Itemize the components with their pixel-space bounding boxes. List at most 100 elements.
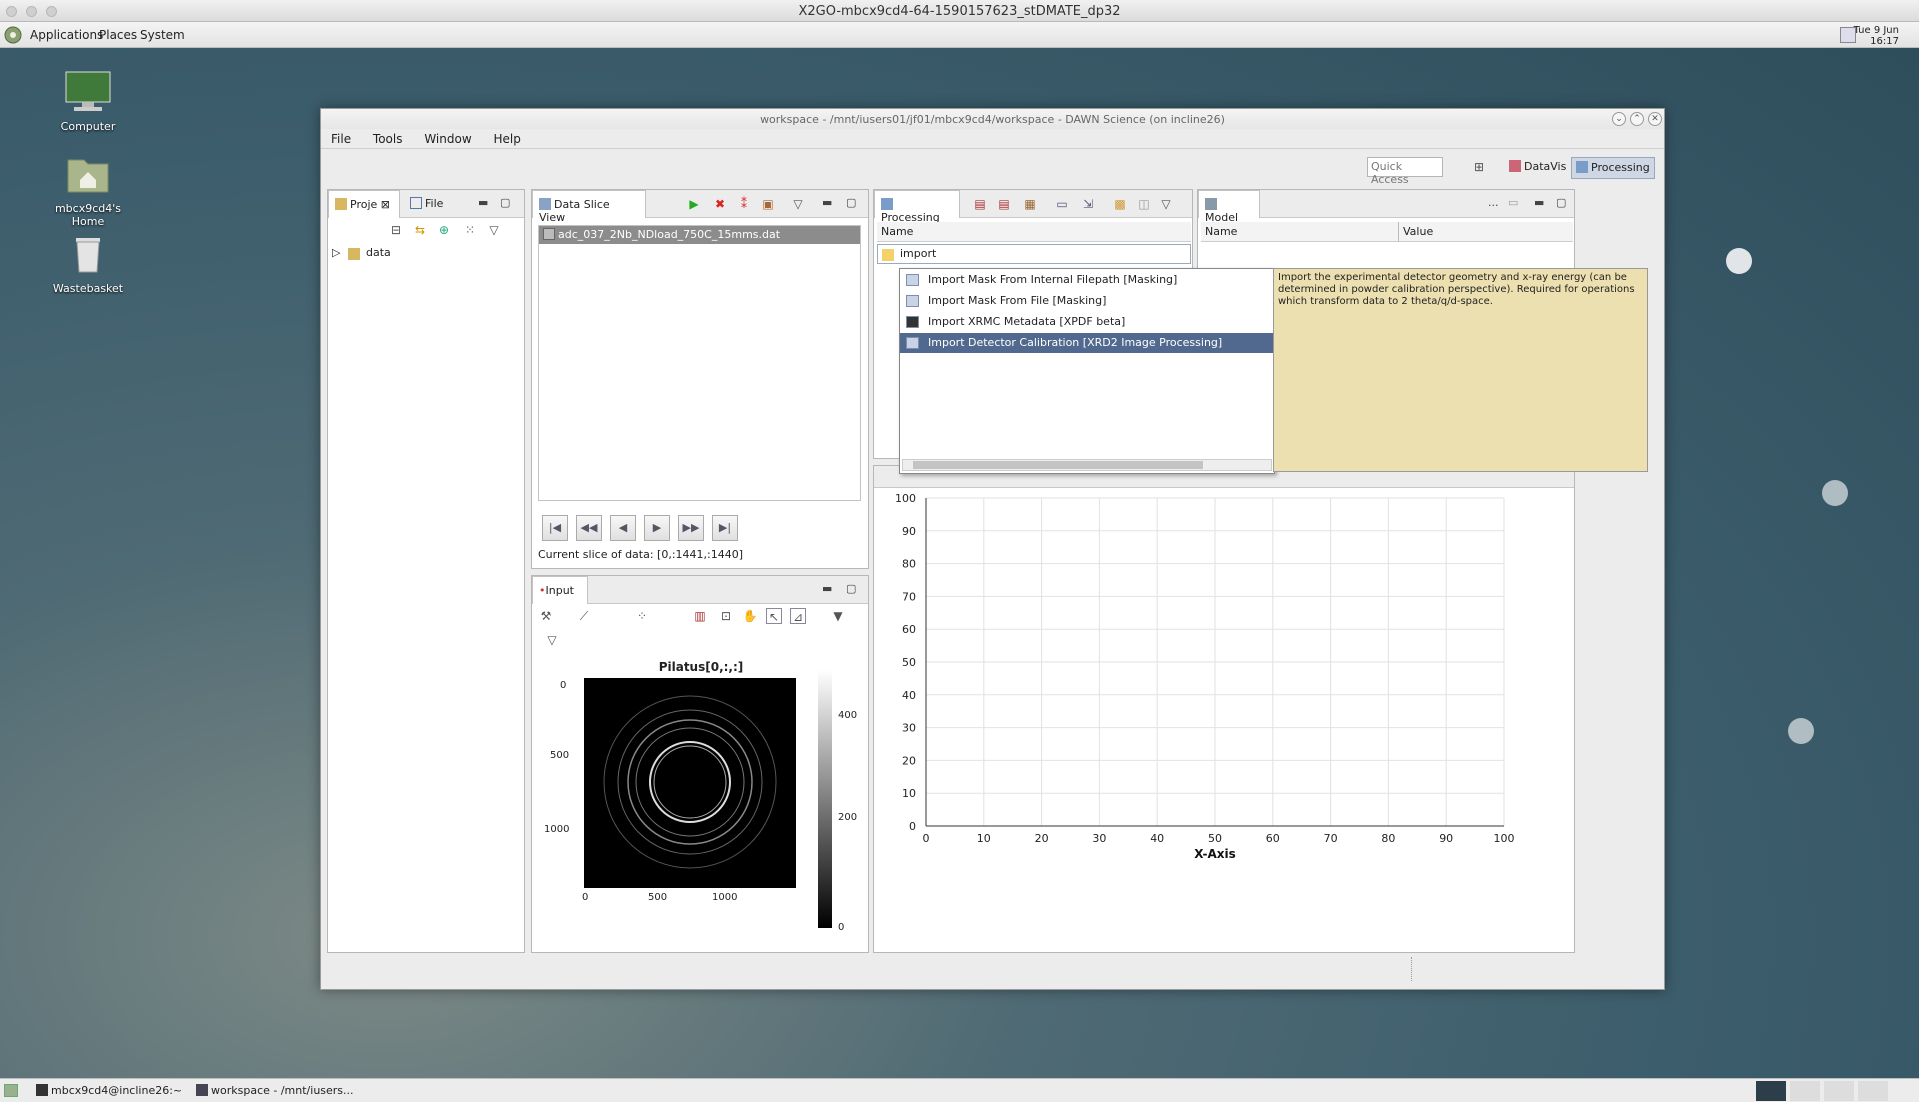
show-desktop-icon[interactable] <box>4 1084 18 1097</box>
popup-item[interactable]: Import Mask From Internal Filepath [Mask… <box>900 270 1274 290</box>
minimize-button[interactable]: ⌄ <box>1612 112 1626 126</box>
dat-file-icon <box>543 228 555 240</box>
tab-project[interactable]: Proje ⊠ <box>328 190 400 218</box>
x-axis-label: X-Axis <box>1194 847 1236 861</box>
overflow-menu-icon[interactable]: ▼ <box>830 608 846 624</box>
save-pipeline-icon[interactable]: ▭ <box>1054 196 1070 212</box>
view-menu-icon[interactable]: ▽ <box>1158 196 1174 212</box>
popup-scrollbar[interactable] <box>902 459 1272 471</box>
minimize-view-icon[interactable]: ▬ <box>478 196 488 209</box>
scrollbar-thumb[interactable] <box>913 461 1203 469</box>
expand-arrow-icon[interactable]: ▷ <box>332 246 340 259</box>
taskbar-item-terminal[interactable]: mbcx9cd4@incline26:~ <box>36 1082 182 1100</box>
tools-icon[interactable]: ⚒ <box>538 608 554 624</box>
zoom-icon[interactable]: ⊡ <box>718 608 734 624</box>
taskbar: mbcx9cd4@incline26:~ workspace - /mnt/iu… <box>0 1078 1919 1102</box>
workspace-switcher-3[interactable] <box>1824 1081 1854 1101</box>
model-name-header[interactable]: Name <box>1201 222 1399 242</box>
tree-item-data[interactable]: ▷ data <box>328 244 524 264</box>
popup-item[interactable]: Import Mask From File [Masking] <box>900 291 1274 311</box>
view-menu-icon[interactable]: ▽ <box>544 632 560 648</box>
clock[interactable]: Tue 9 Jun 16:17 <box>1854 25 1899 47</box>
close-tab-icon[interactable]: ⊠ <box>381 198 390 211</box>
maximize-view-icon[interactable]: ▢ <box>846 196 856 209</box>
operation-search-input[interactable]: import <box>877 244 1191 264</box>
add-operation-icon[interactable]: ▤ <box>972 196 988 212</box>
tab-model[interactable]: Model <box>1198 190 1260 224</box>
more-options[interactable]: ... <box>1488 196 1499 209</box>
maximize-view-icon[interactable]: ▢ <box>500 196 510 209</box>
scatter-icon[interactable]: ⁘ <box>634 608 650 624</box>
filter-icon[interactable]: ⁙ <box>462 222 478 238</box>
menu-tools[interactable]: Tools <box>373 132 403 146</box>
menu-window[interactable]: Window <box>424 132 471 146</box>
link-editor-icon[interactable]: ⇆ <box>412 222 428 238</box>
taskbar-item-workspace[interactable]: workspace - /mnt/iusers... <box>196 1082 354 1100</box>
maximize-button[interactable]: ⌃ <box>1630 112 1644 126</box>
export-icon[interactable]: ▣ <box>760 196 776 212</box>
computer-icon <box>65 71 111 111</box>
tab-processing[interactable]: Processing <box>874 190 960 224</box>
close-button[interactable]: ✕ <box>1648 112 1662 126</box>
data-file-row[interactable]: adc_037_2Nb_NDload_750C_15mms.dat <box>539 226 860 244</box>
minimize-view-icon[interactable]: ▬ <box>822 196 832 209</box>
workspace-switcher-4[interactable] <box>1858 1081 1888 1101</box>
processing-name-header[interactable]: Name <box>877 222 1191 242</box>
lock-icon[interactable]: ▩ <box>1112 196 1128 212</box>
remove-all-icon[interactable]: ⁑ <box>736 196 752 212</box>
quick-access-input[interactable]: Quick Access <box>1367 157 1443 186</box>
histogram-icon[interactable]: ▥ <box>692 608 708 624</box>
stop-icon[interactable]: ✖ <box>712 196 728 212</box>
tab-data-slice-view[interactable]: Data Slice View <box>532 190 646 224</box>
new-project-icon[interactable]: ⊕ <box>436 222 452 238</box>
collapse-all-icon[interactable]: ⊟ <box>388 222 404 238</box>
workspace-switcher-1[interactable] <box>1756 1081 1786 1101</box>
popup-item[interactable]: Import XRMC Metadata [XPDF beta] <box>900 312 1274 332</box>
desktop-icon-wastebasket[interactable]: Wastebasket <box>38 232 138 295</box>
menu-file[interactable]: File <box>331 132 351 146</box>
minimize-view-icon[interactable]: ▬ <box>822 582 832 595</box>
minimize-view-icon[interactable]: ▬ <box>1534 196 1544 209</box>
menu-places[interactable]: Places <box>99 28 137 42</box>
axes-icon[interactable]: ⊿ <box>790 608 806 624</box>
tab-file[interactable]: File <box>404 190 449 218</box>
load-pipeline-icon[interactable]: ⇲ <box>1080 196 1096 212</box>
mate-logo-icon[interactable] <box>4 26 22 44</box>
compare-icon[interactable]: ◫ <box>1136 196 1152 212</box>
menu-help[interactable]: Help <box>493 132 520 146</box>
line-plot-icon[interactable]: ⟋ <box>576 608 592 624</box>
view-menu-icon[interactable]: ▽ <box>486 222 502 238</box>
menu-system[interactable]: System <box>140 28 185 42</box>
pan-icon[interactable]: ✋ <box>742 608 758 624</box>
rewind-slice-button[interactable]: ◀◀ <box>576 515 602 541</box>
desktop-icon-home[interactable]: mbcx9cd4's Home <box>38 152 138 228</box>
model-value-header[interactable]: Value <box>1399 222 1573 242</box>
maximize-view-icon[interactable]: ▢ <box>1556 196 1566 209</box>
run-icon[interactable]: ▶ <box>686 196 702 212</box>
open-perspective-icon[interactable]: ⊞ <box>1471 159 1487 175</box>
perspective-processing[interactable]: Processing <box>1571 157 1655 179</box>
previous-slice-button[interactable]: ◀ <box>610 515 636 541</box>
menu-applications[interactable]: Applications <box>30 28 103 42</box>
popup-item-selected[interactable]: Import Detector Calibration [XRD2 Image … <box>900 333 1274 353</box>
workspace-switcher-2[interactable] <box>1790 1081 1820 1101</box>
tab-input[interactable]: •Input <box>532 576 588 604</box>
pointer-icon[interactable]: ↖ <box>766 608 782 624</box>
insert-operation-icon[interactable]: ▤ <box>996 196 1012 212</box>
operation-suggestion-popup: Import Mask From Internal Filepath [Mask… <box>899 268 1275 474</box>
next-slice-button[interactable]: ▶ <box>644 515 670 541</box>
output-plot[interactable]: 0 10 20 30 40 50 60 70 80 90 100 0 10 20 30 40 50 60 70 80 9… <box>874 490 1574 950</box>
view-menu-icon[interactable]: ▽ <box>790 196 806 212</box>
x-tick-label: 20 <box>1035 832 1049 845</box>
delete-operation-icon[interactable]: ▦ <box>1022 196 1038 212</box>
y-tick-label: 30 <box>902 722 916 735</box>
forward-slice-button[interactable]: ▶▶ <box>678 515 704 541</box>
perspective-datavis[interactable]: DataVis <box>1505 157 1570 179</box>
last-slice-button[interactable]: ▶| <box>712 515 738 541</box>
first-slice-button[interactable]: |◀ <box>542 515 568 541</box>
desktop-icon-computer[interactable]: Computer <box>38 70 138 133</box>
model-toggle-icon[interactable]: ▭ <box>1508 196 1518 209</box>
pilatus-image[interactable] <box>584 678 796 888</box>
project-tabbar: Proje ⊠ File ▬ ▢ <box>328 190 524 218</box>
maximize-view-icon[interactable]: ▢ <box>846 582 856 595</box>
